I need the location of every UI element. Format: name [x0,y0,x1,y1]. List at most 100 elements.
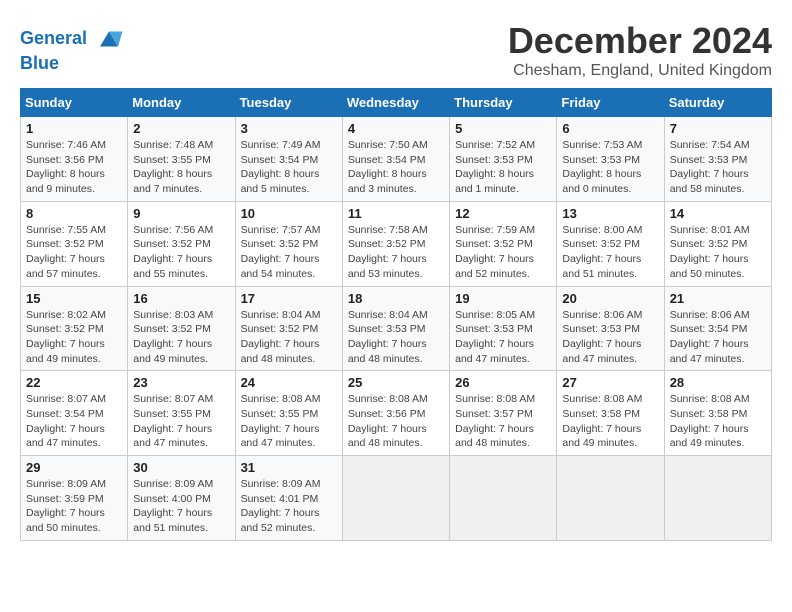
calendar-week-row: 22 Sunrise: 8:07 AM Sunset: 3:54 PM Dayli… [21,371,772,456]
day-detail: Sunrise: 8:08 AM Sunset: 3:58 PM Dayligh… [670,392,766,451]
day-number: 13 [562,206,658,221]
day-of-week-header: Saturday [664,89,771,117]
day-number: 31 [241,460,337,475]
calendar-table: SundayMondayTuesdayWednesdayThursdayFrid… [20,88,772,541]
day-number: 9 [133,206,229,221]
calendar-day-cell: 30 Sunrise: 8:09 AM Sunset: 4:00 PM Dayli… [128,456,235,541]
day-of-week-header: Thursday [450,89,557,117]
day-number: 14 [670,206,766,221]
calendar-day-cell: 21 Sunrise: 8:06 AM Sunset: 3:54 PM Dayli… [664,286,771,371]
day-number: 7 [670,121,766,136]
calendar-day-cell: 4 Sunrise: 7:50 AM Sunset: 3:54 PM Daylig… [342,117,449,202]
title-block: December 2024 Chesham, England, United K… [508,20,772,80]
calendar-title: December 2024 [508,20,772,62]
day-number: 6 [562,121,658,136]
calendar-day-cell: 11 Sunrise: 7:58 AM Sunset: 3:52 PM Dayli… [342,201,449,286]
calendar-day-cell: 28 Sunrise: 8:08 AM Sunset: 3:58 PM Dayli… [664,371,771,456]
calendar-day-cell: 26Sunrise: 8:08 AM Sunset: 3:57 PM Dayli… [450,371,557,456]
day-number: 12 [455,206,551,221]
day-of-week-header: Friday [557,89,664,117]
day-detail: Sunrise: 7:53 AM Sunset: 3:53 PM Dayligh… [562,138,658,197]
header-row: SundayMondayTuesdayWednesdayThursdayFrid… [21,89,772,117]
day-number: 23 [133,375,229,390]
calendar-day-cell [342,456,449,541]
day-detail: Sunrise: 7:54 AM Sunset: 3:53 PM Dayligh… [670,138,766,197]
day-detail: Sunrise: 7:57 AM Sunset: 3:52 PM Dayligh… [241,223,337,282]
day-detail: Sunrise: 8:09 AM Sunset: 4:00 PM Dayligh… [133,477,229,536]
calendar-day-cell: 15Sunrise: 8:02 AM Sunset: 3:52 PM Dayli… [21,286,128,371]
day-number: 29 [26,460,122,475]
day-number: 2 [133,121,229,136]
calendar-day-cell: 17Sunrise: 8:04 AM Sunset: 3:52 PM Dayli… [235,286,342,371]
calendar-day-cell: 1 Sunrise: 7:46 AM Sunset: 3:56 PM Daylig… [21,117,128,202]
day-number: 10 [241,206,337,221]
calendar-day-cell: 22 Sunrise: 8:07 AM Sunset: 3:54 PM Dayli… [21,371,128,456]
logo-blue: Blue [20,54,124,74]
day-number: 25 [348,375,444,390]
day-number: 18 [348,291,444,306]
day-number: 16 [133,291,229,306]
day-detail: Sunrise: 7:58 AM Sunset: 3:52 PM Dayligh… [348,223,444,282]
day-number: 27 [562,375,658,390]
day-number: 3 [241,121,337,136]
day-number: 28 [670,375,766,390]
calendar-day-cell [450,456,557,541]
calendar-day-cell: 9 Sunrise: 7:56 AM Sunset: 3:52 PM Daylig… [128,201,235,286]
calendar-day-cell: 24 Sunrise: 8:08 AM Sunset: 3:55 PM Dayli… [235,371,342,456]
day-detail: Sunrise: 7:46 AM Sunset: 3:56 PM Dayligh… [26,138,122,197]
calendar-subtitle: Chesham, England, United Kingdom [508,62,772,80]
day-number: 30 [133,460,229,475]
day-detail: Sunrise: 7:56 AM Sunset: 3:52 PM Dayligh… [133,223,229,282]
calendar-day-cell: 27 Sunrise: 8:08 AM Sunset: 3:58 PM Dayli… [557,371,664,456]
day-detail: Sunrise: 8:06 AM Sunset: 3:54 PM Dayligh… [670,308,766,367]
day-detail: Sunrise: 8:05 AM Sunset: 3:53 PM Dayligh… [455,308,551,367]
day-detail: Sunrise: 8:09 AM Sunset: 4:01 PM Dayligh… [241,477,337,536]
calendar-day-cell: 8Sunrise: 7:55 AM Sunset: 3:52 PM Daylig… [21,201,128,286]
day-detail: Sunrise: 8:06 AM Sunset: 3:53 PM Dayligh… [562,308,658,367]
day-detail: Sunrise: 8:08 AM Sunset: 3:55 PM Dayligh… [241,392,337,451]
logo-text: General [20,24,124,54]
day-number: 24 [241,375,337,390]
day-detail: Sunrise: 8:00 AM Sunset: 3:52 PM Dayligh… [562,223,658,282]
calendar-week-row: 29 Sunrise: 8:09 AM Sunset: 3:59 PM Dayli… [21,456,772,541]
calendar-day-cell [557,456,664,541]
day-detail: Sunrise: 8:08 AM Sunset: 3:56 PM Dayligh… [348,392,444,451]
day-detail: Sunrise: 8:07 AM Sunset: 3:54 PM Dayligh… [26,392,122,451]
page-header: General Blue December 2024 Chesham, Engl… [20,20,772,80]
calendar-day-cell [664,456,771,541]
day-detail: Sunrise: 8:08 AM Sunset: 3:58 PM Dayligh… [562,392,658,451]
calendar-day-cell: 10 Sunrise: 7:57 AM Sunset: 3:52 PM Dayli… [235,201,342,286]
day-number: 20 [562,291,658,306]
day-detail: Sunrise: 8:09 AM Sunset: 3:59 PM Dayligh… [26,477,122,536]
day-detail: Sunrise: 7:49 AM Sunset: 3:54 PM Dayligh… [241,138,337,197]
calendar-day-cell: 12 Sunrise: 7:59 AM Sunset: 3:52 PM Dayli… [450,201,557,286]
calendar-day-cell: 2 Sunrise: 7:48 AM Sunset: 3:55 PM Daylig… [128,117,235,202]
day-detail: Sunrise: 8:07 AM Sunset: 3:55 PM Dayligh… [133,392,229,451]
logo: General Blue [20,24,124,74]
day-detail: Sunrise: 7:50 AM Sunset: 3:54 PM Dayligh… [348,138,444,197]
day-detail: Sunrise: 7:59 AM Sunset: 3:52 PM Dayligh… [455,223,551,282]
day-number: 1 [26,121,122,136]
calendar-day-cell: 31 Sunrise: 8:09 AM Sunset: 4:01 PM Dayli… [235,456,342,541]
day-of-week-header: Sunday [21,89,128,117]
day-number: 21 [670,291,766,306]
day-number: 4 [348,121,444,136]
calendar-day-cell: 5Sunrise: 7:52 AM Sunset: 3:53 PM Daylig… [450,117,557,202]
calendar-week-row: 15Sunrise: 8:02 AM Sunset: 3:52 PM Dayli… [21,286,772,371]
day-detail: Sunrise: 8:04 AM Sunset: 3:52 PM Dayligh… [241,308,337,367]
day-detail: Sunrise: 7:48 AM Sunset: 3:55 PM Dayligh… [133,138,229,197]
day-number: 26 [455,375,551,390]
calendar-day-cell: 19 Sunrise: 8:05 AM Sunset: 3:53 PM Dayli… [450,286,557,371]
day-number: 19 [455,291,551,306]
day-of-week-header: Wednesday [342,89,449,117]
day-detail: Sunrise: 8:04 AM Sunset: 3:53 PM Dayligh… [348,308,444,367]
calendar-week-row: 1 Sunrise: 7:46 AM Sunset: 3:56 PM Daylig… [21,117,772,202]
day-of-week-header: Tuesday [235,89,342,117]
day-number: 15 [26,291,122,306]
calendar-day-cell: 25 Sunrise: 8:08 AM Sunset: 3:56 PM Dayli… [342,371,449,456]
calendar-day-cell: 14Sunrise: 8:01 AM Sunset: 3:52 PM Dayli… [664,201,771,286]
calendar-week-row: 8Sunrise: 7:55 AM Sunset: 3:52 PM Daylig… [21,201,772,286]
day-number: 11 [348,206,444,221]
day-number: 22 [26,375,122,390]
calendar-day-cell: 16Sunrise: 8:03 AM Sunset: 3:52 PM Dayli… [128,286,235,371]
